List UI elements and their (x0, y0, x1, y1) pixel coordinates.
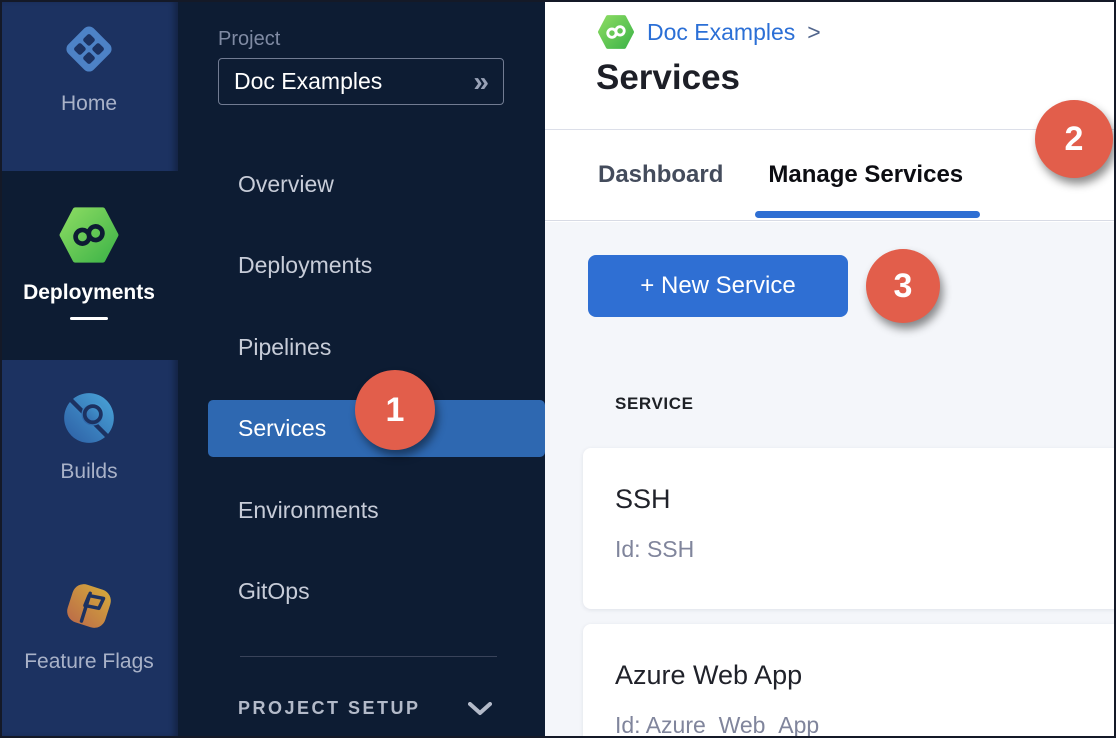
annotation-step-3: 3 (866, 249, 940, 323)
project-sidebar: Project Doc Examples » Overview Deployme… (178, 0, 545, 738)
services-content: + New Service SERVICE SSH Id: SSH Azure … (545, 222, 1116, 738)
annotation-step-1: 1 (355, 370, 435, 450)
sidebar-item-pipelines[interactable]: Pipelines (178, 319, 545, 376)
feature-flags-icon (60, 577, 118, 635)
breadcrumb: Doc Examples > (597, 12, 821, 52)
rail-item-builds[interactable]: Builds (0, 360, 178, 545)
tab-dashboard[interactable]: Dashboard (598, 130, 723, 220)
active-tab-underline (755, 211, 980, 218)
sidebar-item-environments[interactable]: Environments (178, 482, 545, 539)
rail-item-home[interactable]: Home (0, 0, 178, 171)
service-card-azure-web-app[interactable]: Azure Web App Id: Azure_Web_App (583, 624, 1116, 738)
tab-manage-services[interactable]: Manage Services (768, 130, 963, 220)
app-window: Home Deployments (0, 0, 1116, 738)
project-setup-label: PROJECT SETUP (238, 698, 421, 719)
active-module-underline (70, 317, 108, 320)
service-name: Azure Web App (615, 660, 1108, 690)
project-selector[interactable]: Doc Examples » (218, 58, 504, 105)
chevron-down-icon (468, 702, 492, 716)
rail-label-home: Home (61, 92, 117, 116)
service-card-ssh[interactable]: SSH Id: SSH (583, 448, 1116, 609)
sidebar-item-gitops[interactable]: GitOps (178, 563, 545, 620)
main-content: Doc Examples > Services Dashboard Manage… (545, 0, 1116, 738)
rail-label-deployments: Deployments (23, 281, 155, 305)
deployments-icon (58, 204, 120, 266)
project-section-label: Project (218, 28, 280, 51)
sidebar-item-overview[interactable]: Overview (178, 156, 545, 213)
rail-label-builds: Builds (60, 460, 117, 484)
new-service-button[interactable]: + New Service (588, 255, 848, 317)
project-setup-toggle[interactable]: PROJECT SETUP (238, 698, 492, 719)
service-name: SSH (615, 484, 1108, 514)
double-chevron-icon: » (473, 68, 489, 96)
module-rail: Home Deployments (0, 0, 178, 738)
tab-bar: Dashboard Manage Services (545, 130, 1116, 221)
project-selector-value: Doc Examples (234, 68, 382, 95)
project-icon (597, 13, 635, 51)
annotation-step-2: 2 (1035, 100, 1113, 178)
sidebar-item-deployments[interactable]: Deployments (178, 237, 545, 294)
breadcrumb-project-link[interactable]: Doc Examples (647, 19, 795, 46)
service-id: Id: Azure_Web_App (615, 712, 1108, 738)
rail-label-feature-flags: Feature Flags (24, 650, 154, 674)
chevron-right-icon: > (807, 19, 820, 46)
builds-icon (62, 391, 116, 445)
page-title: Services (596, 58, 740, 98)
rail-item-deployments[interactable]: Deployments (0, 171, 178, 360)
service-id: Id: SSH (615, 536, 1108, 562)
service-column-header: SERVICE (615, 394, 694, 414)
home-icon (61, 21, 117, 77)
sidebar-divider (240, 656, 497, 657)
rail-item-feature-flags[interactable]: Feature Flags (0, 545, 178, 738)
